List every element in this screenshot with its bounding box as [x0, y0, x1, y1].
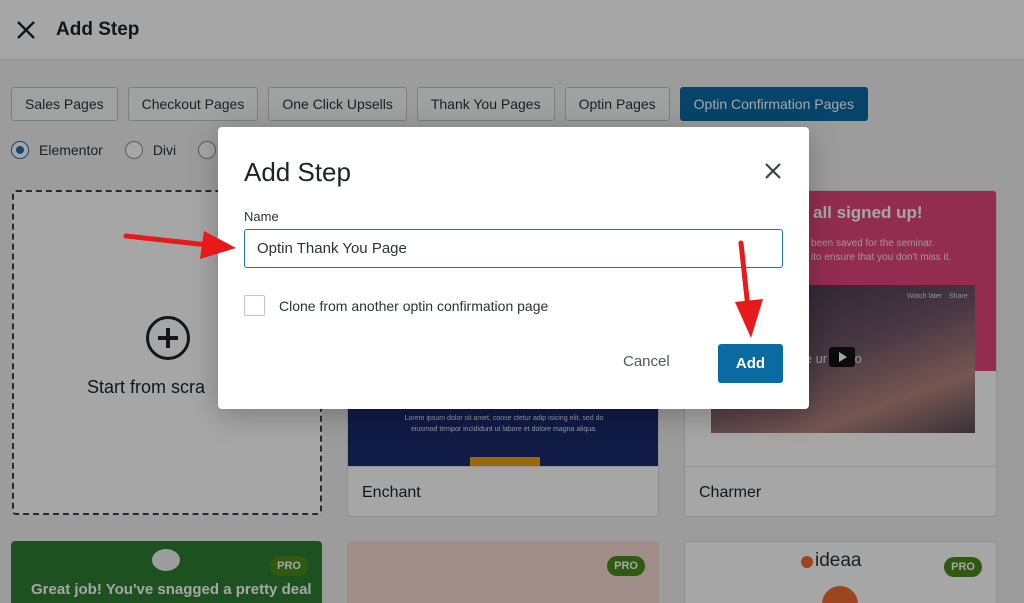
- clone-checkbox-row[interactable]: Clone from another optin confirmation pa…: [244, 295, 548, 316]
- dialog-title: Add Step: [244, 157, 351, 187]
- cancel-button[interactable]: Cancel: [623, 353, 670, 370]
- add-button[interactable]: Add: [718, 344, 783, 383]
- name-field-label: Name: [244, 209, 279, 224]
- close-icon[interactable]: [761, 159, 785, 183]
- name-input[interactable]: [244, 229, 783, 268]
- add-step-dialog: Add Step Name Clone from another optin c…: [218, 127, 809, 409]
- clone-checkbox[interactable]: [244, 295, 265, 316]
- clone-checkbox-label: Clone from another optin confirmation pa…: [279, 297, 549, 314]
